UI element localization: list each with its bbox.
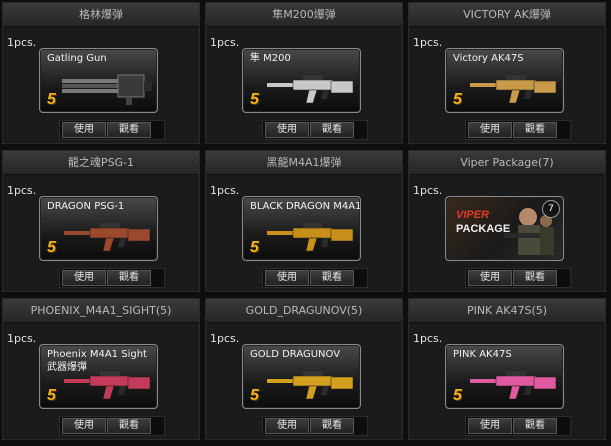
panel-title: Viper Package(7) xyxy=(409,151,605,175)
psg1-icon xyxy=(64,223,151,252)
item-panel: 格林爆弹 1pcs. Gatling Gun 5 使用 觀看 xyxy=(2,2,200,144)
quantity-label: 1pcs. xyxy=(413,36,443,49)
item-panel: 黑龍M4A1爆弹 1pcs. BLACK DRAGON M4A1 5 使用 觀看 xyxy=(205,150,403,292)
item-card[interactable]: PINK AK47S 5 xyxy=(445,344,564,409)
use-button[interactable]: 使用 xyxy=(62,270,106,286)
item-name: Phoenix M4A1 Sight xyxy=(47,349,147,360)
view-button[interactable]: 觀看 xyxy=(513,418,557,434)
button-bar: 使用 觀看 xyxy=(262,416,368,436)
item-card[interactable]: GOLD DRAGUNOV 5 xyxy=(242,344,361,409)
item-name: BLACK DRAGON M4A1 xyxy=(250,201,361,212)
item-grid: 格林爆弹 1pcs. Gatling Gun 5 使用 觀看 隼M200爆弹 1pcs. 隼 … xyxy=(0,0,611,446)
button-bar: 使用 觀看 xyxy=(262,268,368,288)
button-bar: 使用 觀看 xyxy=(59,416,165,436)
quantity-label: 1pcs. xyxy=(7,332,37,345)
item-name: GOLD DRAGUNOV xyxy=(250,349,341,360)
view-button[interactable]: 觀看 xyxy=(107,418,151,434)
viper-label: VIPER xyxy=(456,209,490,221)
item-panel: VICTORY AK爆弹 1pcs. Victory AK47S 5 使用 觀看 xyxy=(408,2,606,144)
grade-number: 5 xyxy=(453,91,462,108)
quantity-label: 1pcs. xyxy=(210,332,240,345)
item-panel: 隼M200爆弹 1pcs. 隼 M200 5 使用 觀看 xyxy=(205,2,403,144)
use-button[interactable]: 使用 xyxy=(265,122,309,138)
panel-title: VICTORY AK爆弹 xyxy=(409,3,605,27)
package-label: PACKAGE xyxy=(456,223,511,235)
panel-title: 格林爆弹 xyxy=(3,3,199,27)
use-button[interactable]: 使用 xyxy=(265,418,309,434)
panel-title: 龍之魂PSG-1 xyxy=(3,151,199,175)
use-button[interactable]: 使用 xyxy=(468,270,512,286)
button-bar: 使用 觀看 xyxy=(59,268,165,288)
button-bar: 使用 觀看 xyxy=(59,120,165,140)
grade-number: 5 xyxy=(250,387,259,404)
item-card[interactable]: Phoenix M4A1 Sight 武器爆彈 5 xyxy=(39,344,158,409)
use-button[interactable]: 使用 xyxy=(468,122,512,138)
panel-title: GOLD_DRAGUNOV(5) xyxy=(206,299,402,323)
view-button[interactable]: 觀看 xyxy=(310,122,354,138)
panel-title: 黑龍M4A1爆弹 xyxy=(206,151,402,175)
item-name: DRAGON PSG-1 xyxy=(47,201,125,212)
pink-ak47-icon xyxy=(470,371,557,400)
view-button[interactable]: 觀看 xyxy=(513,270,557,286)
use-button[interactable]: 使用 xyxy=(468,418,512,434)
item-card[interactable]: DRAGON PSG-1 5 xyxy=(39,196,158,261)
item-name: Victory AK47S xyxy=(453,53,524,64)
button-bar: 使用 觀看 xyxy=(465,120,571,140)
grade-number: 5 xyxy=(47,91,56,108)
view-button[interactable]: 觀看 xyxy=(107,122,151,138)
button-bar: 使用 觀看 xyxy=(465,268,571,288)
item-panel: PINK AK47S(5) 1pcs. PINK AK47S 5 使用 觀看 xyxy=(408,298,606,440)
grade-number: 5 xyxy=(47,387,56,404)
view-button[interactable]: 觀看 xyxy=(513,122,557,138)
item-name: Gatling Gun xyxy=(47,53,107,64)
item-name: PINK AK47S xyxy=(453,349,512,360)
item-card[interactable]: VIPER PACKAGE 7 xyxy=(445,196,564,261)
panel-title: PHOENIX_M4A1_SIGHT(5) xyxy=(3,299,199,323)
panel-title: 隼M200爆弹 xyxy=(206,3,402,27)
ak47-icon xyxy=(470,75,557,104)
item-panel: PHOENIX_M4A1_SIGHT(5) 1pcs. Phoenix M4A1 S… xyxy=(2,298,200,440)
item-panel: 龍之魂PSG-1 1pcs. DRAGON PSG-1 5 使用 觀看 xyxy=(2,150,200,292)
quantity-label: 1pcs. xyxy=(413,184,443,197)
count-badge: 7 xyxy=(542,200,560,218)
grade-number: 5 xyxy=(250,91,259,108)
use-button[interactable]: 使用 xyxy=(62,122,106,138)
quantity-label: 1pcs. xyxy=(7,36,37,49)
m4a1-icon xyxy=(267,223,354,252)
item-card[interactable]: Victory AK47S 5 xyxy=(445,48,564,113)
view-button[interactable]: 觀看 xyxy=(310,418,354,434)
quantity-label: 1pcs. xyxy=(413,332,443,345)
use-button[interactable]: 使用 xyxy=(265,270,309,286)
sniper-rifle-icon xyxy=(267,75,354,104)
use-button[interactable]: 使用 xyxy=(62,418,106,434)
quantity-label: 1pcs. xyxy=(210,36,240,49)
item-panel: GOLD_DRAGUNOV(5) 1pcs. GOLD DRAGUNOV 5 使用 觀看 xyxy=(205,298,403,440)
panel-title: PINK AK47S(5) xyxy=(409,299,605,323)
button-bar: 使用 觀看 xyxy=(465,416,571,436)
quantity-label: 1pcs. xyxy=(7,184,37,197)
item-panel: Viper Package(7) 1pcs. VIPER PACKAGE 7 使用 觀看 xyxy=(408,150,606,292)
m4a1-sight-icon xyxy=(64,371,151,400)
gatling-gun-icon xyxy=(62,74,152,105)
view-button[interactable]: 觀看 xyxy=(107,270,151,286)
grade-number: 5 xyxy=(250,239,259,256)
item-card[interactable]: BLACK DRAGON M4A1 5 xyxy=(242,196,361,261)
item-name: 隼 M200 xyxy=(250,53,291,64)
item-card[interactable]: Gatling Gun 5 xyxy=(39,48,158,113)
grade-number: 5 xyxy=(47,239,56,256)
dragunov-icon xyxy=(267,371,354,400)
button-bar: 使用 觀看 xyxy=(262,120,368,140)
view-button[interactable]: 觀看 xyxy=(310,270,354,286)
grade-number: 5 xyxy=(453,387,462,404)
item-card[interactable]: 隼 M200 5 xyxy=(242,48,361,113)
quantity-label: 1pcs. xyxy=(210,184,240,197)
